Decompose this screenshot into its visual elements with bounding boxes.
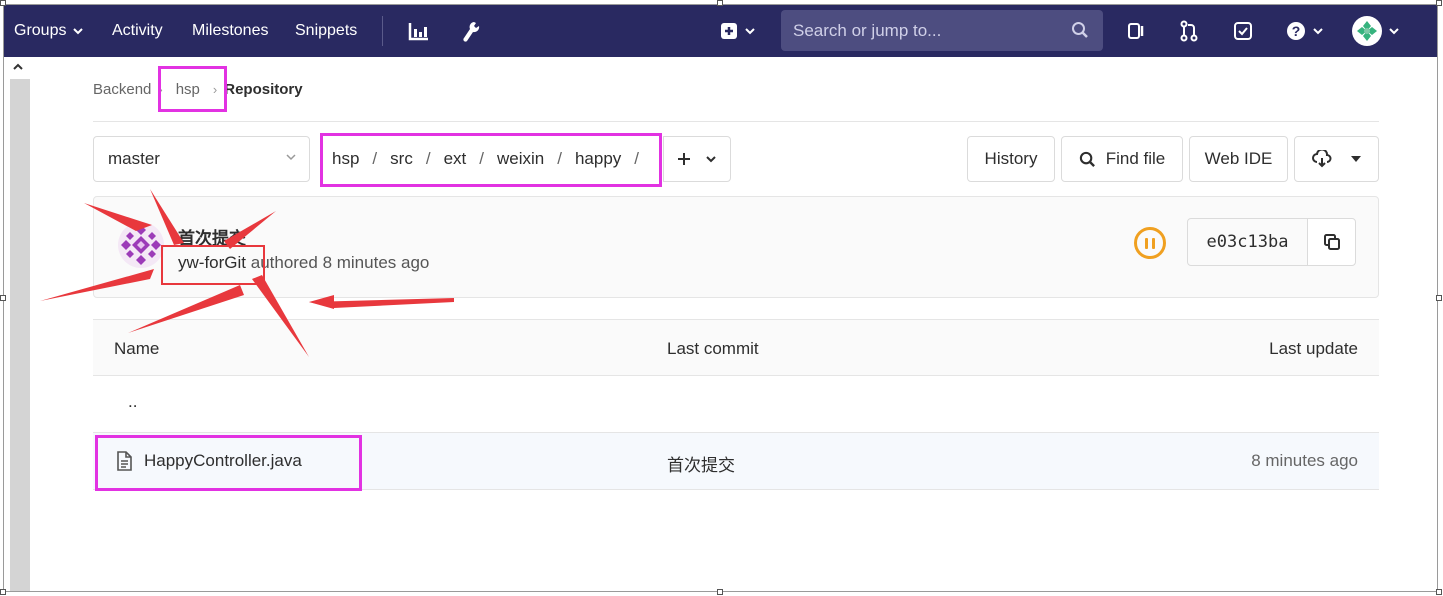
find-file-label: Find file <box>1105 149 1166 168</box>
chevron-down-icon <box>706 156 716 163</box>
parent-directory-row[interactable]: .. <box>93 376 1379 433</box>
help-dropdown[interactable]: ? <box>1283 18 1327 44</box>
file-last-commit-link[interactable]: 首次提交 <box>667 451 735 476</box>
selection-handle[interactable] <box>1436 0 1442 6</box>
add-file-dropdown[interactable] <box>663 136 731 182</box>
chart-icon[interactable] <box>406 18 432 44</box>
selection-handle[interactable] <box>1436 295 1442 301</box>
selection-handle[interactable] <box>0 295 6 301</box>
column-header-last-update: Last update <box>1269 339 1358 358</box>
copy-sha-button[interactable] <box>1307 218 1356 266</box>
highlight-box-file <box>95 435 362 491</box>
branch-name: master <box>108 149 160 168</box>
copy-icon <box>1323 234 1340 250</box>
nav-activity-link[interactable]: Activity <box>112 5 163 57</box>
chevron-down-icon <box>1313 28 1323 35</box>
highlight-box-path <box>320 133 662 187</box>
plus-icon <box>678 153 690 165</box>
top-navbar: Groups Activity Milestones Snippets Sear… <box>4 5 1437 57</box>
search-box[interactable] <box>781 10 1103 51</box>
history-button[interactable]: History <box>967 136 1055 182</box>
nav-snippets-link[interactable]: Snippets <box>295 5 357 57</box>
breadcrumb-group-link[interactable]: Backend <box>93 81 151 98</box>
cloud-download-icon <box>1311 150 1331 168</box>
wrench-icon[interactable] <box>457 18 483 44</box>
file-last-update: 8 minutes ago <box>1251 451 1358 470</box>
header-divider <box>93 121 1379 122</box>
selection-handle[interactable] <box>717 0 723 6</box>
merge-request-icon[interactable] <box>1176 18 1202 44</box>
commit-authored-time: authored 8 minutes ago <box>250 253 430 272</box>
last-commit-panel: 首次提交 yw-forGit authored 8 minutes ago e0… <box>93 196 1379 298</box>
download-dropdown[interactable] <box>1294 136 1379 182</box>
sidebar-scrollbar[interactable] <box>4 57 32 591</box>
highlight-box-author <box>161 245 265 285</box>
nav-groups-dropdown[interactable]: Groups <box>14 5 84 57</box>
search-icon <box>1079 151 1095 167</box>
selection-handle[interactable] <box>717 589 723 595</box>
user-menu-dropdown[interactable] <box>1352 15 1400 47</box>
parent-directory-link[interactable]: .. <box>128 392 137 412</box>
chevron-down-icon <box>73 28 84 35</box>
column-header-name: Name <box>114 339 160 358</box>
svg-text:?: ? <box>1292 23 1301 39</box>
browser-viewport: Groups Activity Milestones Snippets Sear… <box>3 4 1438 592</box>
find-file-button[interactable]: Find file <box>1061 136 1183 182</box>
web-ide-button[interactable]: Web IDE <box>1189 136 1288 182</box>
commit-sha[interactable]: e03c13ba <box>1187 218 1308 266</box>
chevron-down-icon <box>745 28 755 35</box>
chevron-down-icon <box>286 154 296 161</box>
scroll-up-icon[interactable] <box>12 61 24 75</box>
search-icon <box>1072 22 1088 38</box>
branch-selector[interactable]: master <box>93 136 310 182</box>
nav-groups-label: Groups <box>14 22 67 39</box>
selection-handle[interactable] <box>0 589 6 595</box>
user-avatar <box>1352 16 1382 46</box>
highlight-box-project <box>158 66 227 112</box>
scrollbar-track[interactable] <box>10 79 30 591</box>
column-header-last-commit: Last commit <box>667 339 759 358</box>
commit-author-avatar[interactable] <box>118 222 164 268</box>
pipeline-paused-icon[interactable] <box>1134 227 1166 259</box>
selection-handle[interactable] <box>1436 589 1442 595</box>
caret-down-icon <box>1350 156 1361 162</box>
breadcrumb-current: Repository <box>224 81 303 98</box>
todo-check-icon[interactable] <box>1230 18 1256 44</box>
search-input[interactable] <box>793 20 1063 41</box>
nav-divider <box>382 16 383 46</box>
chevron-down-icon <box>1389 28 1399 35</box>
plus-square-icon <box>721 23 737 39</box>
nav-milestones-link[interactable]: Milestones <box>192 5 268 57</box>
selection-handle[interactable] <box>0 0 6 6</box>
issues-panel-icon[interactable] <box>1124 18 1150 44</box>
help-icon: ? <box>1287 22 1305 40</box>
table-header: Name Last commit Last update <box>93 319 1379 376</box>
new-item-dropdown[interactable] <box>716 18 760 44</box>
